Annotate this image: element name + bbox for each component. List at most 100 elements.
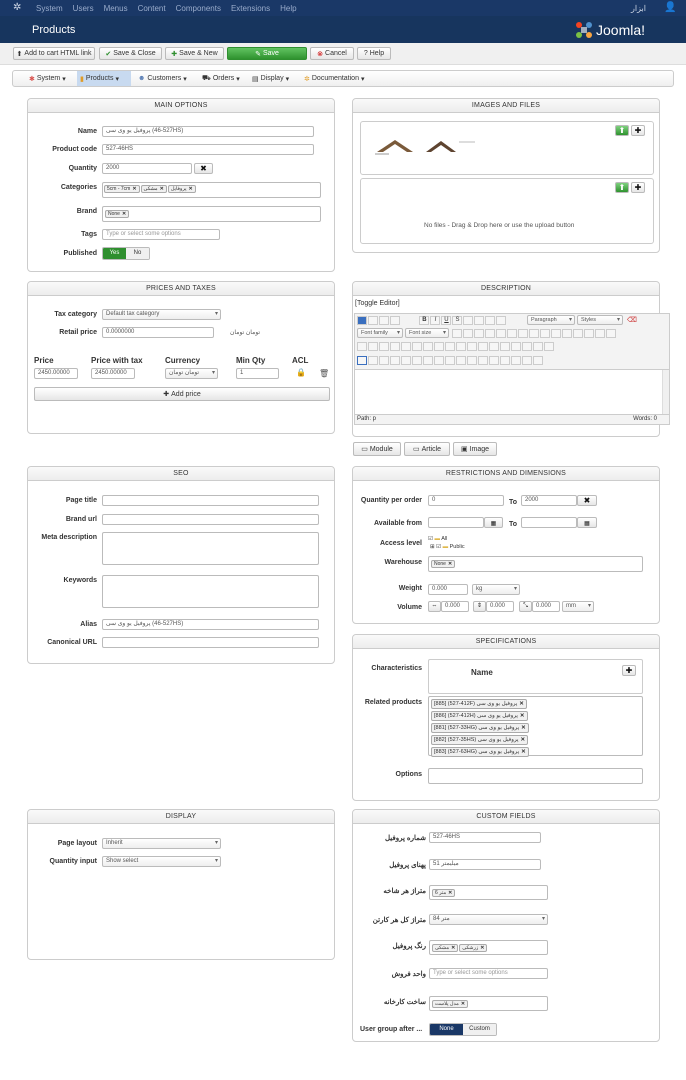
weight-input[interactable]: 0.000 [428, 584, 468, 595]
product-thumbnails[interactable] [371, 132, 481, 160]
related-products-input[interactable]: [885] (527-412F) پروفیل یو وی سی ✕ [886] … [428, 696, 643, 757]
horizontal-rule-icon[interactable] [606, 329, 616, 338]
user-group-custom[interactable]: Custom [463, 1024, 496, 1035]
anchor-icon[interactable] [401, 342, 411, 351]
code-input[interactable]: 527-46HS [102, 144, 314, 155]
menu-menus[interactable]: Menus [104, 4, 128, 13]
module-button[interactable]: ▭ Module [353, 442, 401, 456]
submenu-display[interactable]: ▤ Display ▾ [252, 71, 298, 86]
volume-unit-select[interactable]: mm [562, 601, 594, 612]
article-button[interactable]: ▭ Article [404, 442, 450, 456]
lock-icon[interactable]: 🔒 [296, 368, 306, 377]
remove-icon[interactable]: ✕ [480, 945, 484, 951]
published-yes[interactable]: Yes [103, 248, 126, 259]
min-qty-input[interactable]: 1 [236, 368, 279, 379]
cell-props-icon[interactable] [467, 342, 477, 351]
related-product-tag[interactable]: [882] (527-35HS) پروفیل یو وی سی ✕ [431, 735, 529, 745]
outdent-icon[interactable] [573, 329, 583, 338]
pilcrow-icon[interactable] [368, 356, 378, 365]
menu-system[interactable]: System [36, 4, 63, 13]
quantity-input-select[interactable]: Show select [102, 856, 221, 867]
editor-scrollbar[interactable] [662, 370, 669, 414]
abbreviation-icon[interactable] [456, 356, 466, 365]
remove-icon[interactable]: ✕ [521, 749, 526, 755]
warehouse-input[interactable]: None ✕ [428, 556, 643, 572]
warehouse-tag[interactable]: None ✕ [431, 560, 456, 568]
profile-color-input[interactable]: مشکی ✕ زرشکی ✕ [429, 940, 548, 955]
image-icon[interactable] [412, 342, 422, 351]
redo-icon[interactable] [390, 316, 400, 325]
special-char-icon[interactable] [434, 356, 444, 365]
indent-icon[interactable] [584, 329, 594, 338]
branch-length-tag[interactable]: 6 متر ✕ [432, 889, 456, 897]
submenu-customers[interactable]: ☻ Customers ▾ [138, 71, 194, 86]
joomla-small-icon[interactable]: ✲ [13, 3, 23, 13]
related-product-tag[interactable]: [886] (527-412H) پروفیل یو وی سی ✕ [431, 711, 528, 721]
volume-height-input[interactable]: 0.000 [486, 601, 514, 612]
user-group-none[interactable]: None [430, 1024, 463, 1035]
calendar-from-button[interactable]: ▦ [484, 517, 503, 528]
brand-input[interactable]: None ✕ [102, 206, 321, 222]
tax-category-select[interactable]: Default tax category [102, 309, 221, 320]
files-dropzone[interactable]: ⬆ ✚ No files - Drag & Drop here or use t… [360, 178, 654, 244]
name-input[interactable]: پروفیل یو وی سی (527-46HS) [102, 126, 314, 137]
bold-icon[interactable]: B [419, 316, 430, 325]
print-icon[interactable] [511, 356, 521, 365]
submenu-orders[interactable]: ⛟ Orders ▾ [202, 71, 248, 86]
cancel-button[interactable]: ⊗ Cancel [310, 47, 354, 60]
available-from-input[interactable] [428, 517, 484, 528]
help-button[interactable]: ? Help [357, 47, 391, 60]
remove-icon[interactable]: ✕ [521, 737, 526, 743]
strike-icon[interactable]: S [452, 316, 463, 325]
qty-per-order-from[interactable]: 0 [428, 495, 504, 506]
clear-quantity-button[interactable]: ✖ [194, 163, 213, 174]
paste-icon[interactable] [496, 329, 506, 338]
category-tag[interactable]: پروفایل ✕ [167, 185, 196, 193]
keywords-input[interactable] [102, 575, 319, 608]
search-icon[interactable] [529, 329, 539, 338]
preview-icon[interactable] [522, 356, 532, 365]
media-icon[interactable] [434, 342, 444, 351]
factory-tag[interactable]: مدل پلاست ✕ [432, 1000, 469, 1008]
code-icon[interactable] [423, 342, 433, 351]
factory-input[interactable]: مدل پلاست ✕ [429, 996, 548, 1011]
layer-icon[interactable] [533, 356, 543, 365]
form-icon[interactable] [390, 356, 400, 365]
remove-icon[interactable]: ✕ [189, 186, 193, 192]
pagebreak-icon[interactable] [500, 356, 510, 365]
remove-icon[interactable]: ✕ [160, 186, 164, 192]
insert-date-icon[interactable] [467, 356, 477, 365]
add-file-button[interactable]: ✚ [631, 182, 645, 193]
retail-price-input[interactable]: 0.0000000 [102, 327, 214, 338]
font-family-select[interactable]: Font family [357, 328, 403, 338]
remove-icon[interactable]: ✕ [521, 725, 526, 731]
canonical-input[interactable] [102, 637, 319, 648]
insert-time-icon[interactable] [478, 356, 488, 365]
category-tag[interactable]: مشکی ✕ [140, 185, 167, 193]
save-button[interactable]: ✎ Save [227, 47, 307, 60]
remove-icon[interactable]: ✕ [448, 890, 452, 896]
access-tree[interactable]: ☑ ▬ All ⊞ ☑ ▬ Public [428, 535, 465, 551]
row-props-icon[interactable] [456, 342, 466, 351]
submenu-documentation[interactable]: ✲ Documentation ▾ [304, 71, 374, 86]
published-toggle[interactable]: Yes No [102, 247, 150, 260]
styles-select[interactable]: Styles [577, 315, 623, 325]
options-input[interactable] [428, 768, 643, 784]
color-tag[interactable]: زرشکی ✕ [459, 944, 488, 952]
image-button[interactable]: ▣ Image [453, 442, 497, 456]
add-image-button[interactable]: ✚ [631, 125, 645, 136]
delete-col-icon[interactable] [511, 342, 521, 351]
remove-icon[interactable]: ✕ [519, 701, 524, 707]
align-left-icon[interactable] [463, 316, 474, 325]
menu-help[interactable]: Help [280, 4, 296, 13]
insert-col-icon[interactable] [500, 342, 510, 351]
replace-icon[interactable] [540, 329, 550, 338]
user-icon[interactable]: 👤 [664, 3, 676, 13]
upload-file-button[interactable]: ⬆ [615, 182, 629, 193]
calendar-to-button[interactable]: ▦ [577, 517, 597, 528]
quantity-input[interactable]: 2000 [102, 163, 192, 174]
access-public[interactable]: ⊞ ☑ ▬ Public [428, 543, 465, 551]
related-product-tag[interactable]: [883] (527-63HG) پروفیل یو وی سی ✕ [431, 747, 529, 757]
clear-format-icon[interactable]: ⌫ [627, 316, 637, 324]
save-close-button[interactable]: ✔ Save & Close [99, 47, 162, 60]
